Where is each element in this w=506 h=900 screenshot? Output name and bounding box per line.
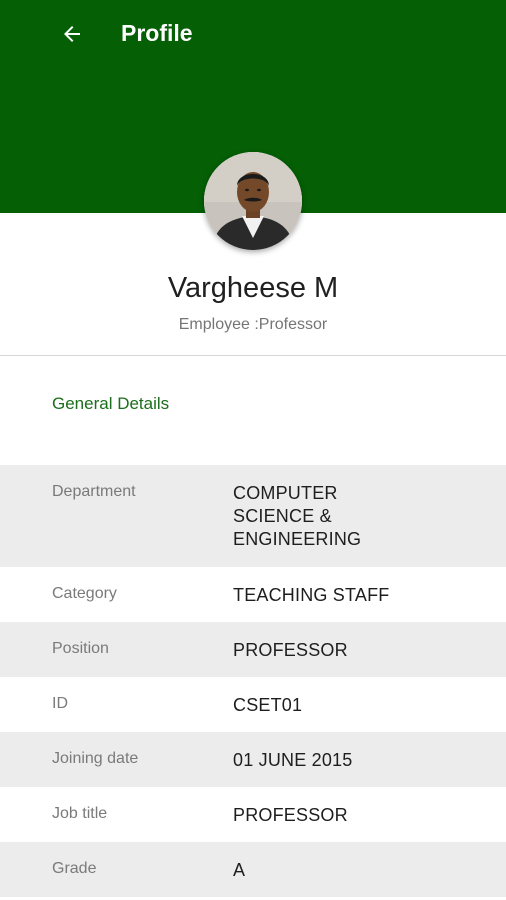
back-button[interactable] bbox=[52, 14, 92, 54]
detail-value: A bbox=[233, 860, 246, 880]
profile-name: Vargheese M bbox=[167, 272, 339, 304]
detail-row-department: Department COMPUTER SCIENCE & ENGINEERIN… bbox=[0, 465, 506, 567]
detail-row-joining-date: Joining date 01 JUNE 2015 bbox=[0, 732, 506, 787]
section-title: General Details bbox=[52, 394, 170, 413]
detail-row-id: ID CSET01 bbox=[0, 677, 506, 732]
detail-value: PROFESSOR bbox=[233, 805, 348, 825]
divider bbox=[0, 355, 506, 356]
detail-value: 01 JUNE 2015 bbox=[233, 750, 353, 770]
detail-row-grade: Grade A bbox=[0, 842, 506, 897]
arrow-left-icon bbox=[60, 22, 84, 46]
detail-label: Job title bbox=[52, 805, 108, 822]
detail-value: TEACHING STAFF bbox=[233, 585, 390, 605]
detail-row-job-title: Job title PROFESSOR bbox=[0, 787, 506, 842]
details-table: Department COMPUTER SCIENCE & ENGINEERIN… bbox=[0, 465, 506, 897]
detail-label: Grade bbox=[52, 860, 97, 877]
detail-row-category: Category TEACHING STAFF bbox=[0, 567, 506, 622]
detail-label: Department bbox=[52, 483, 136, 500]
profile-role: Employee :Professor bbox=[178, 316, 328, 333]
avatar bbox=[204, 152, 302, 250]
detail-row-position: Position PROFESSOR bbox=[0, 622, 506, 677]
detail-value: COMPUTER SCIENCE & ENGINEERING bbox=[233, 483, 362, 549]
page-title: Profile bbox=[121, 20, 193, 46]
detail-value: PROFESSOR bbox=[233, 640, 348, 660]
detail-label: Position bbox=[52, 640, 109, 657]
detail-label: Category bbox=[52, 585, 117, 602]
detail-label: Joining date bbox=[52, 750, 139, 767]
detail-value: CSET01 bbox=[233, 695, 303, 715]
detail-label: ID bbox=[52, 695, 68, 712]
